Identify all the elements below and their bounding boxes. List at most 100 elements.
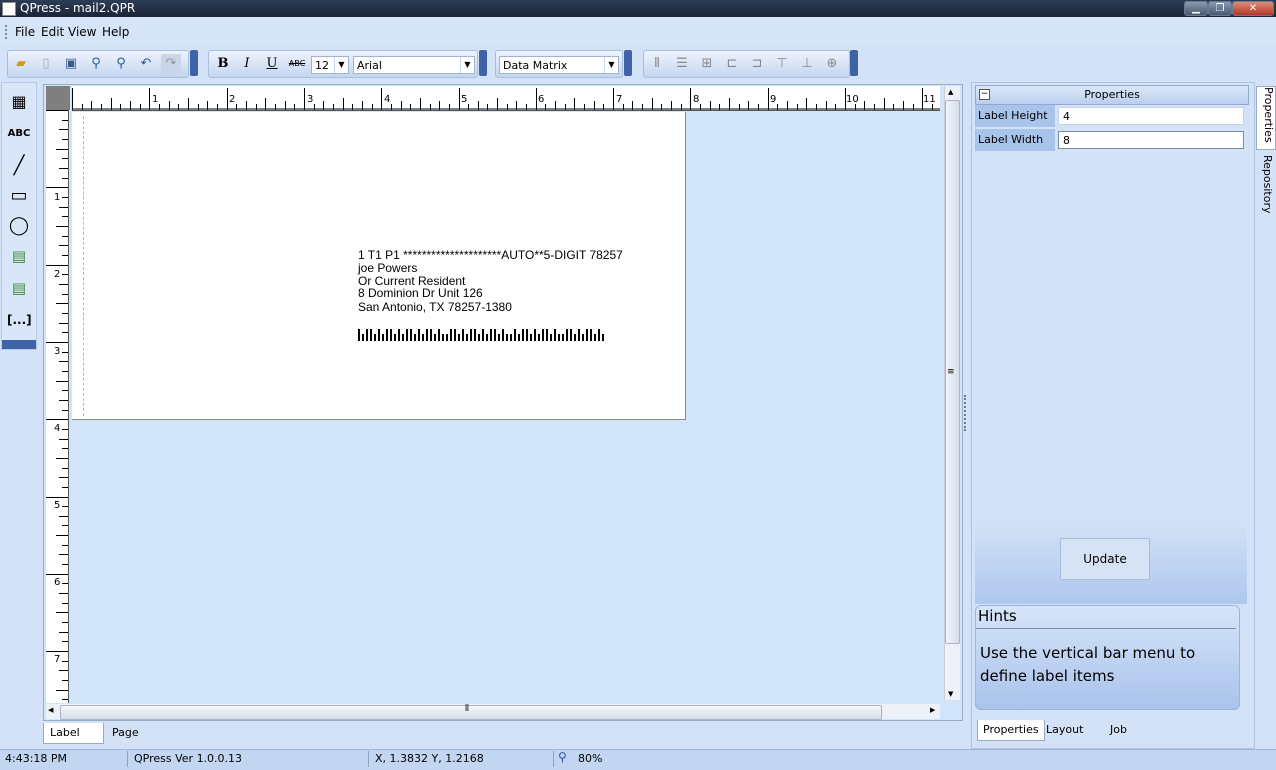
menu-bar: File Edit View Help (0, 17, 1276, 45)
strikethrough-icon[interactable]: ABC (287, 54, 307, 74)
barcode-toolbar: Data Matrix ▼ (495, 50, 623, 78)
image-new-tool-icon[interactable]: ▤ (7, 277, 31, 299)
undo-icon[interactable]: ↶ (136, 54, 156, 74)
ruler-left-number: 7 (54, 654, 61, 665)
ruler-corner (46, 86, 70, 110)
text-tool-icon[interactable]: ABC (7, 123, 31, 145)
menu-edit[interactable]: Edit (41, 25, 64, 39)
scroll-right-icon[interactable]: ▶ (930, 706, 935, 714)
hints-text: Use the vertical bar menu to define labe… (980, 644, 1196, 685)
prop-label-width-name: Label Width (975, 129, 1055, 151)
align-top-icon[interactable]: ⊥ (797, 54, 817, 74)
menu-view[interactable]: View (68, 25, 96, 39)
menu-file[interactable]: File (15, 25, 35, 39)
new-document-icon[interactable]: ▯ (36, 54, 56, 74)
ruler-left: 1 2 3 4 5 6 7 (46, 110, 69, 703)
chevron-down-icon: ▼ (460, 57, 474, 73)
ruler-left-number: 2 (54, 269, 61, 280)
tab-properties[interactable]: Properties (977, 720, 1045, 741)
open-folder-icon[interactable]: ▰ (11, 54, 31, 74)
prop-label-height-value[interactable]: 4 (1058, 107, 1244, 125)
align-vertical-icon[interactable]: ⦀ (647, 54, 667, 74)
scroll-up-icon[interactable]: ▲ (948, 88, 953, 96)
address-line-street[interactable]: 8 Dominion Dr Unit 126 (358, 286, 483, 300)
image-tool-icon[interactable]: ▤ (7, 245, 31, 267)
chevron-down-icon: ▼ (334, 57, 348, 73)
tool-strip: ▦ ABC ╱ ▭ ◯ ▤ ▤ [...] (1, 82, 37, 350)
align-toolbar: ⦀ ☰ ⊞ ⊏ ⊐ ⊤ ⊥ ⊕ (643, 50, 850, 78)
tab-layout[interactable]: Layout (1041, 720, 1088, 740)
toolbar-grip[interactable] (190, 50, 198, 76)
ruler-top-number: 4 (384, 94, 391, 105)
prop-label-width-value[interactable]: 8 (1058, 131, 1244, 149)
side-tab-repository[interactable]: Repository (1256, 155, 1274, 215)
rectangle-tool-icon[interactable]: ▭ (7, 185, 31, 207)
minimize-button[interactable]: ▁ (1184, 1, 1208, 16)
hints-divider (976, 628, 1236, 629)
ruler-left-number: 5 (54, 500, 61, 511)
tab-label[interactable]: Label (43, 723, 104, 744)
ruler-left-number: 3 (54, 346, 61, 357)
menu-help[interactable]: Help (102, 25, 129, 39)
ruler-top-number: 5 (461, 94, 468, 105)
scroll-left-icon[interactable]: ◀ (48, 706, 53, 714)
maximize-button[interactable]: ❐ (1208, 1, 1232, 16)
ruler-top-number: 9 (770, 94, 777, 105)
status-separator (368, 751, 369, 767)
app-icon (2, 2, 16, 16)
bold-icon[interactable]: B (213, 54, 233, 74)
address-line-city[interactable]: San Antonio, TX 78257-1380 (358, 300, 512, 314)
ruler-top-number: 8 (693, 94, 700, 105)
status-separator (553, 751, 554, 767)
address-line-name[interactable]: joe Powers (358, 261, 417, 275)
tab-page[interactable]: Page (106, 723, 145, 743)
align-horizontal-icon[interactable]: ☰ (672, 54, 692, 74)
scroll-grip-icon: ≡ (947, 367, 955, 377)
toolbar-grip[interactable] (850, 50, 858, 76)
address-line-endorsement[interactable]: 1 T1 P1 *********************AUTO**5-DIG… (358, 248, 623, 262)
chevron-down-icon: ▼ (604, 57, 618, 73)
font-name-select[interactable]: Arial ▼ (353, 56, 475, 74)
hints-title: Hints (978, 607, 1017, 625)
scroll-down-icon[interactable]: ▼ (948, 690, 953, 698)
ruler-top: 1 2 3 4 5 6 7 8 9 10 11 (72, 86, 940, 111)
distribute-icon[interactable]: ⊤ (772, 54, 792, 74)
field-tool-icon[interactable]: [...] (7, 309, 32, 331)
scroll-grip-icon: ⦀ (465, 704, 469, 714)
line-tool-icon[interactable]: ╱ (7, 155, 31, 177)
zoom-out-icon[interactable]: ⚲ (111, 54, 131, 74)
horizontal-scroll-thumb[interactable] (60, 705, 882, 720)
close-button[interactable]: ✕ (1232, 1, 1274, 16)
redo-icon[interactable]: ↷ (161, 54, 181, 74)
ruler-top-number: 7 (616, 94, 623, 105)
margin-guide (83, 116, 84, 416)
underline-icon[interactable]: U (262, 54, 282, 74)
toolbar-grip[interactable] (479, 50, 487, 76)
ruler-top-number: 6 (538, 94, 545, 105)
qr-code-icon[interactable]: ▦ (7, 91, 31, 113)
status-zoom: 80% (578, 752, 603, 765)
align-center-icon[interactable]: ⊞ (697, 54, 717, 74)
align-left-icon[interactable]: ⊏ (722, 54, 742, 74)
align-bottom-icon[interactable]: ⊕ (822, 54, 842, 74)
italic-icon[interactable]: I (237, 54, 257, 74)
ellipse-tool-icon[interactable]: ◯ (7, 215, 31, 237)
window-title: QPress - mail2.QPR (20, 1, 136, 15)
splitter-grip[interactable] (964, 395, 970, 431)
hints-box: Hints Use the vertical bar menu to defin… (975, 605, 1240, 710)
font-size-select[interactable]: 12 ▼ (311, 56, 349, 74)
tool-strip-grip[interactable] (2, 340, 36, 349)
postal-barcode[interactable] (358, 329, 608, 346)
save-icon[interactable]: ▣ (61, 54, 81, 74)
ruler-top-number: 10 (846, 94, 859, 105)
zoom-in-icon[interactable]: ⚲ (86, 54, 106, 74)
toolbar-grip[interactable] (624, 50, 632, 76)
tab-job[interactable]: Job (1105, 720, 1132, 740)
zoom-icon: ⚲ (558, 750, 567, 764)
align-right-icon[interactable]: ⊐ (747, 54, 767, 74)
side-tab-properties[interactable]: Properties (1256, 86, 1276, 150)
text-format-toolbar: B I U ABC 12 ▼ Arial ▼ (208, 50, 478, 78)
status-time: 4:43:18 PM (5, 752, 68, 765)
barcode-type-select[interactable]: Data Matrix ▼ (499, 56, 619, 74)
update-button[interactable]: Update (1060, 538, 1150, 580)
